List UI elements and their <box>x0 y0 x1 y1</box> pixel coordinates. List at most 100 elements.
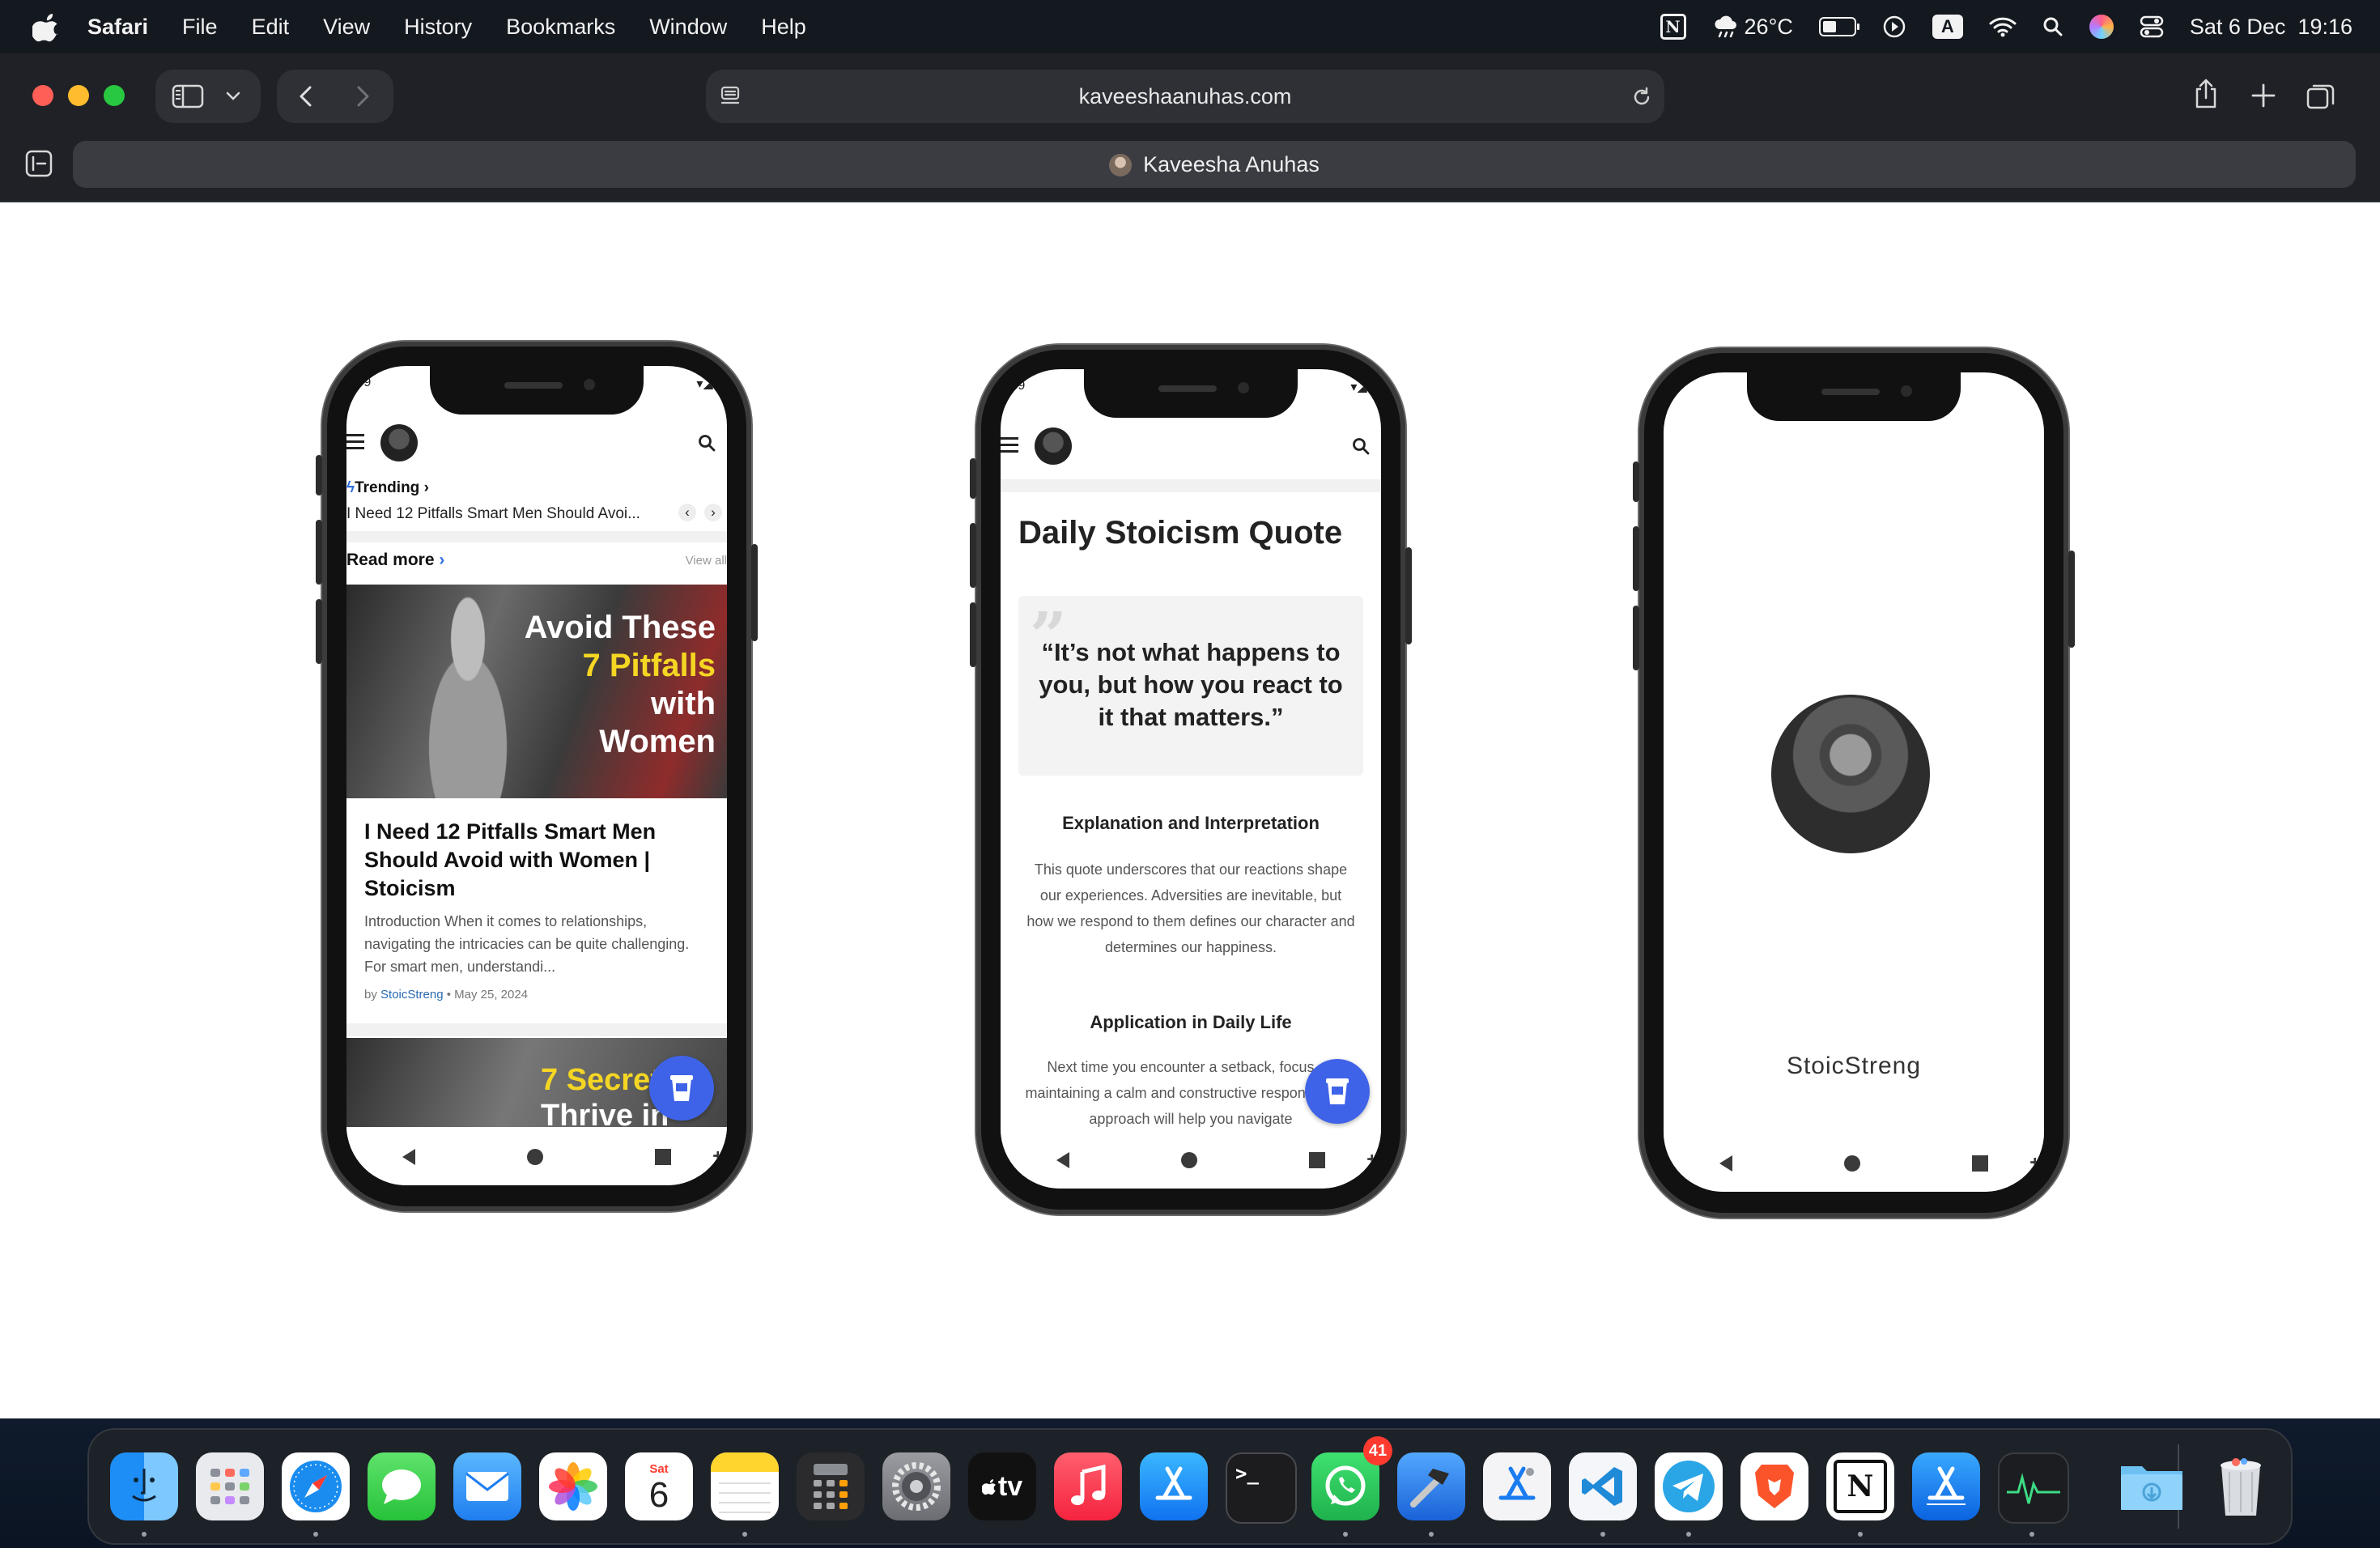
site-logo[interactable] <box>1035 427 1072 465</box>
phone-time: :59 <box>353 376 372 389</box>
android-nav-bar <box>1664 1135 2044 1192</box>
nav-back-icon[interactable] <box>1056 1152 1069 1168</box>
launchpad-icon[interactable] <box>196 1452 264 1520</box>
music-icon[interactable] <box>1054 1452 1122 1520</box>
article-hero-image[interactable]: Avoid These 7 Pitfalls with Women <box>346 585 727 798</box>
article-title[interactable]: I Need 12 Pitfalls Smart Men Should Avoi… <box>364 818 704 903</box>
photos-icon[interactable] <box>539 1452 607 1520</box>
calendar-icon[interactable]: Sat 6 <box>625 1452 693 1520</box>
safari-icon[interactable] <box>282 1452 350 1520</box>
notes-icon[interactable] <box>711 1452 779 1520</box>
telegram-icon[interactable] <box>1655 1452 1723 1520</box>
author-link[interactable]: StoicStreng <box>380 988 444 1002</box>
siri-icon[interactable] <box>2089 15 2114 39</box>
xcode-icon[interactable] <box>1397 1452 1465 1520</box>
control-center-icon[interactable] <box>2140 15 2164 38</box>
coffee-cup-icon <box>670 1075 693 1101</box>
share-icon[interactable] <box>2192 78 2220 110</box>
site-header <box>1001 415 1381 478</box>
nav-home-icon[interactable] <box>527 1149 543 1165</box>
trending-label[interactable]: ϟTrending › <box>346 479 429 497</box>
site-logo[interactable] <box>380 424 418 461</box>
accessibility-icon[interactable]: ✝ <box>711 1148 725 1169</box>
view-all-link[interactable]: View all <box>686 554 727 568</box>
downloads-folder-icon[interactable] <box>2118 1452 2186 1520</box>
calculator-icon[interactable] <box>797 1452 865 1520</box>
app-store-connect-icon[interactable] <box>1912 1452 1980 1520</box>
phone-time: :59 <box>1007 379 1026 393</box>
nav-back-icon[interactable] <box>1719 1155 1732 1172</box>
nav-home-icon[interactable] <box>1844 1155 1860 1172</box>
calendar-month: Sat <box>649 1461 669 1476</box>
menu-window[interactable]: Window <box>649 15 727 40</box>
close-window-button[interactable] <box>32 85 53 106</box>
now-playing-icon[interactable] <box>1882 15 1906 39</box>
zoom-window-button[interactable] <box>104 85 125 106</box>
mail-icon[interactable] <box>453 1452 521 1520</box>
reload-icon[interactable] <box>1630 86 1653 108</box>
history-navigation <box>277 70 393 123</box>
weather-status[interactable]: 26°C <box>1712 15 1793 40</box>
terminal-icon[interactable]: >_ <box>1226 1452 1297 1524</box>
search-icon[interactable] <box>698 434 716 452</box>
menu-view[interactable]: View <box>323 15 370 40</box>
activity-monitor-icon[interactable] <box>1998 1452 2069 1524</box>
menu-history[interactable]: History <box>404 15 472 40</box>
buy-me-coffee-button[interactable] <box>1305 1059 1370 1124</box>
accessibility-icon[interactable]: ✝ <box>1365 1151 1379 1172</box>
nav-home-icon[interactable] <box>1181 1152 1197 1168</box>
messages-icon[interactable] <box>368 1452 436 1520</box>
trending-article-link[interactable]: I Need 12 Pitfalls Smart Men Should Avoi… <box>346 504 727 523</box>
app-store-icon[interactable] <box>1140 1452 1208 1520</box>
chevron-down-icon[interactable] <box>225 91 241 102</box>
url-text: kaveeshaanuhas.com <box>1078 84 1292 108</box>
notion-icon[interactable]: N <box>1826 1452 1894 1520</box>
brave-browser-icon[interactable] <box>1740 1452 1808 1520</box>
address-bar[interactable]: kaveeshaanuhas.com <box>706 70 1664 123</box>
phone-mockup-blog: :59 ▾◢ ▮ ϟTrending › I Need 12 Pitfalls … <box>316 342 758 1211</box>
apple-tv-icon[interactable]: tv <box>968 1452 1036 1520</box>
signal-battery-icon: ▾◢ ▮ <box>1350 381 1378 394</box>
trash-icon[interactable] <box>2207 1452 2275 1520</box>
nav-recents-icon[interactable] <box>655 1149 671 1165</box>
read-more-link[interactable]: Read more › <box>346 551 444 570</box>
whatsapp-badge: 41 <box>1363 1436 1392 1465</box>
tab-group-icon[interactable] <box>24 149 53 178</box>
nav-recents-icon[interactable] <box>1309 1152 1325 1168</box>
vscode-icon[interactable] <box>1569 1452 1637 1520</box>
forward-arrow-icon[interactable] <box>353 84 372 108</box>
spotlight-search-icon[interactable] <box>2042 16 2063 37</box>
menu-bookmarks[interactable]: Bookmarks <box>506 15 615 40</box>
accessibility-icon[interactable]: ✝ <box>2028 1155 2042 1176</box>
instruments-icon[interactable] <box>1483 1452 1551 1520</box>
system-settings-icon[interactable] <box>882 1452 950 1520</box>
hamburger-menu-icon[interactable] <box>346 434 364 453</box>
menubar-clock[interactable]: Sat 6 Dec 19:16 <box>2190 15 2352 40</box>
battery-icon[interactable] <box>1818 17 1859 36</box>
trending-prev-icon[interactable]: ‹ <box>678 504 696 521</box>
finder-icon[interactable] <box>110 1452 178 1520</box>
sidebar-icon <box>172 84 204 108</box>
notion-status-icon[interactable]: N <box>1660 14 1686 40</box>
buy-me-coffee-button[interactable] <box>649 1056 714 1121</box>
apple-menu-icon[interactable] <box>32 11 62 43</box>
back-arrow-icon[interactable] <box>296 84 316 108</box>
nav-recents-icon[interactable] <box>1972 1155 1988 1172</box>
hamburger-menu-icon[interactable] <box>1001 437 1018 457</box>
menu-help[interactable]: Help <box>761 15 806 40</box>
menu-file[interactable]: File <box>182 15 218 40</box>
menu-edit[interactable]: Edit <box>252 15 290 40</box>
search-icon[interactable] <box>1352 437 1370 455</box>
phone-mockup-quote: :59 ▾◢ ▮ Daily Stoicism Quote ” “It’s no… <box>970 345 1412 1214</box>
wifi-icon[interactable] <box>1989 16 2017 37</box>
minimize-window-button[interactable] <box>68 85 89 106</box>
explanation-paragraph: This quote underscores that our reaction… <box>1026 861 1355 955</box>
input-source-indicator[interactable]: A <box>1932 15 1963 39</box>
menu-app-name[interactable]: Safari <box>87 15 148 40</box>
tab-active[interactable]: Kaveesha Anuhas <box>73 141 2356 188</box>
nav-back-icon[interactable] <box>402 1149 415 1165</box>
trending-next-icon[interactable]: › <box>704 504 722 521</box>
tab-overview-icon[interactable] <box>2306 81 2336 110</box>
sidebar-toggle-button[interactable] <box>155 70 261 123</box>
new-tab-icon[interactable] <box>2250 82 2277 109</box>
